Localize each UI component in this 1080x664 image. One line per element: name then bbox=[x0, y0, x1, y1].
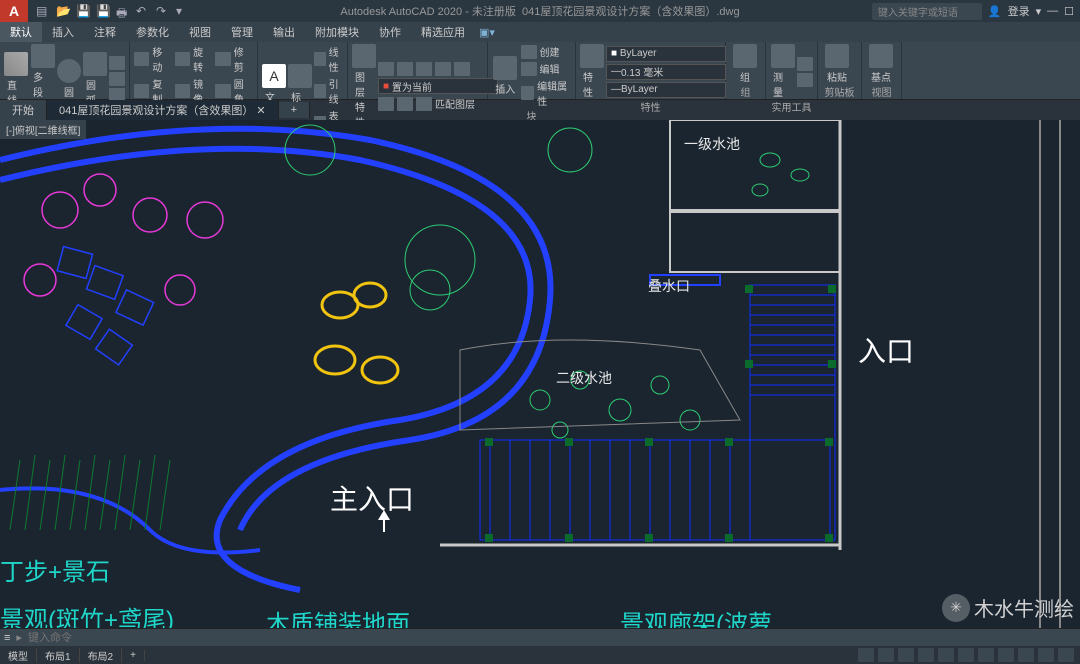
panel-draw: 直线 多段线 圆 圆弧 绘图 bbox=[0, 42, 130, 99]
label-planting: 景观(斑竹+鸢尾) bbox=[0, 600, 174, 628]
drawing-svg bbox=[0, 120, 1080, 628]
layout-plus[interactable]: + bbox=[122, 650, 145, 661]
ribbon: 直线 多段线 圆 圆弧 绘图 移动旋转修剪 复制镜像圆角 拉伸缩放阵列 修改 A… bbox=[0, 42, 1080, 100]
qat-plot-icon[interactable]: 🖶 bbox=[116, 4, 130, 18]
panel-utils: 测量 实用工具 bbox=[766, 42, 818, 99]
qat-saveas-icon[interactable]: 💾 bbox=[96, 4, 110, 18]
tab-featured[interactable]: 精选应用 bbox=[411, 22, 475, 42]
panel-annotate: A文字 标注 线性引线表格 注释 bbox=[258, 42, 348, 99]
tab-parametric[interactable]: 参数化 bbox=[126, 22, 179, 42]
line-button[interactable]: 直线 bbox=[4, 52, 28, 107]
label-entrance: 入口 bbox=[858, 330, 914, 370]
label-paving: 木质铺装地面 bbox=[266, 604, 410, 628]
draw-mini-1[interactable] bbox=[109, 56, 125, 70]
panel-viewbase: 基点 视图 bbox=[862, 42, 902, 99]
panel-modify: 移动旋转修剪 复制镜像圆角 拉伸缩放阵列 修改 bbox=[130, 42, 258, 99]
layer-dropdown[interactable]: ■ 置为当前 bbox=[378, 78, 498, 94]
tab-collab[interactable]: 协作 bbox=[369, 22, 411, 42]
drawing-canvas[interactable]: [-]俯视[二维线框] bbox=[0, 120, 1080, 628]
lineweight-dropdown[interactable]: — 0.13 毫米 bbox=[606, 64, 726, 80]
label-waterfall: 叠水口 bbox=[648, 276, 690, 296]
window-title: Autodesk AutoCAD 2020 - 未注册版 041屋顶花园景观设计… bbox=[340, 3, 739, 19]
wechat-icon: ✳ bbox=[942, 594, 970, 622]
cmd-prompt-icon: ▸ bbox=[16, 631, 22, 644]
tab-expand-icon[interactable]: ▣▾ bbox=[479, 26, 495, 39]
doctab-current[interactable]: 041屋顶花园景观设计方案（含效果图） ✕ bbox=[47, 100, 279, 120]
qat-dd-icon[interactable]: ▾ bbox=[176, 4, 190, 18]
qat-open-icon[interactable]: 📂 bbox=[56, 4, 70, 18]
ribbon-tabs: 默认 插入 注释 参数化 视图 管理 输出 附加模块 协作 精选应用 ▣▾ bbox=[0, 22, 1080, 42]
search-input[interactable]: 键入关键字或短语 bbox=[872, 3, 982, 20]
circle-button[interactable]: 圆 bbox=[57, 59, 81, 99]
status-bar: 模型 布局1 布局2 + bbox=[0, 646, 1080, 664]
group-button[interactable]: 组 bbox=[730, 44, 760, 84]
arc-button[interactable]: 圆弧 bbox=[83, 52, 107, 107]
base-button[interactable]: 基点 bbox=[866, 44, 896, 84]
label-pool2: 二级水池 bbox=[556, 368, 612, 388]
cmd-history-icon[interactable]: ≡ bbox=[4, 632, 10, 644]
layer-props-button[interactable]: 图层特性 bbox=[352, 44, 376, 129]
panel-properties: 特性 ■ ByLayer — 0.13 毫米 — ByLayer 特性 bbox=[576, 42, 726, 99]
panel-clipboard: 粘贴 剪贴板 bbox=[818, 42, 862, 99]
command-input[interactable] bbox=[28, 632, 1076, 644]
watermark: ✳ 木水牛测绘 bbox=[942, 593, 1074, 622]
layout2-tab[interactable]: 布局2 bbox=[80, 648, 123, 663]
qat-new-icon[interactable]: ▤ bbox=[36, 4, 50, 18]
tab-output[interactable]: 输出 bbox=[263, 22, 305, 42]
tab-manage[interactable]: 管理 bbox=[221, 22, 263, 42]
layout1-tab[interactable]: 布局1 bbox=[37, 648, 80, 663]
command-line[interactable]: ≡ ▸ bbox=[0, 628, 1080, 646]
tab-view[interactable]: 视图 bbox=[179, 22, 221, 42]
insert-button[interactable]: 插入 bbox=[492, 56, 519, 96]
qat-save-icon[interactable]: 💾 bbox=[76, 4, 90, 18]
title-bar: A ▤ 📂 💾 💾 🖶 ↶ ↷ ▾ Autodesk AutoCAD 2020 … bbox=[0, 0, 1080, 22]
measure-button[interactable]: 测量 bbox=[770, 44, 795, 99]
tab-default[interactable]: 默认 bbox=[0, 22, 42, 42]
quick-access-toolbar: ▤ 📂 💾 💾 🖶 ↶ ↷ ▾ bbox=[28, 4, 198, 18]
model-tab[interactable]: 模型 bbox=[0, 648, 37, 663]
color-dropdown[interactable]: ■ ByLayer bbox=[606, 46, 726, 62]
doctab-start[interactable]: 开始 bbox=[0, 100, 47, 120]
label-pool1: 一级水池 bbox=[684, 134, 740, 154]
minimize-icon[interactable]: — bbox=[1047, 5, 1058, 17]
panel-group: 组 组 bbox=[726, 42, 766, 99]
props-button[interactable]: 特性 bbox=[580, 44, 604, 99]
tab-insert[interactable]: 插入 bbox=[42, 22, 84, 42]
label-pergola: 景观廊架(波萝 bbox=[620, 604, 772, 628]
qat-undo-icon[interactable]: ↶ bbox=[136, 4, 150, 18]
maximize-icon[interactable]: ☐ bbox=[1064, 5, 1074, 18]
doctab-plus[interactable]: + bbox=[279, 102, 310, 118]
label-main-entrance: 主入口 bbox=[330, 478, 414, 518]
label-stepping: 丁步+景石 bbox=[0, 552, 110, 587]
paste-button[interactable]: 粘贴 bbox=[822, 44, 852, 84]
linetype-dropdown[interactable]: — ByLayer bbox=[606, 82, 726, 98]
login-link[interactable]: 登录 bbox=[1008, 3, 1030, 19]
panel-layers: 图层特性 ■ 置为当前 匹配图层 图层 bbox=[348, 42, 488, 99]
app-logo[interactable]: A bbox=[0, 0, 28, 22]
user-icon[interactable]: 👤 bbox=[988, 5, 1002, 18]
qat-redo-icon[interactable]: ↷ bbox=[156, 4, 170, 18]
panel-block: 插入 创建编辑编辑属性 块 bbox=[488, 42, 576, 99]
tab-annotate[interactable]: 注释 bbox=[84, 22, 126, 42]
draw-mini-2[interactable] bbox=[109, 72, 125, 86]
tab-addins[interactable]: 附加模块 bbox=[305, 22, 369, 42]
help-icon[interactable]: ▾ bbox=[1036, 5, 1042, 18]
